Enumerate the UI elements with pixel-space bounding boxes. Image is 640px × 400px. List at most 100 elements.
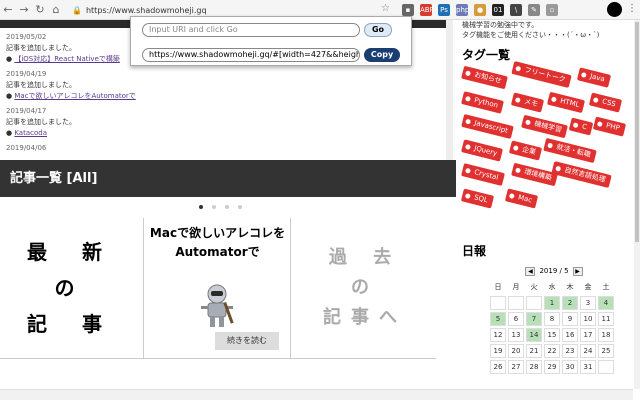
latest-line: 記 事 <box>27 312 116 336</box>
tag-item[interactable]: Python <box>461 91 505 114</box>
calendar-day[interactable]: 16 <box>562 328 578 342</box>
calendar-day[interactable]: 22 <box>544 344 560 358</box>
page-scrollbar[interactable] <box>634 20 640 389</box>
news-date: 2019/04/17 <box>6 107 47 115</box>
ext-ps-icon[interactable]: Ps <box>438 4 450 16</box>
featured-article-card[interactable]: Macで欲しいアレコレをAutomatorで 続きを読む <box>145 218 291 358</box>
calendar-day[interactable]: 26 <box>490 360 506 374</box>
calendar-day[interactable]: 10 <box>580 312 596 326</box>
ext-php-icon[interactable]: php <box>456 4 469 16</box>
calendar-day[interactable]: 29 <box>544 360 560 374</box>
back-icon[interactable]: ← <box>0 0 16 20</box>
calendar-day[interactable]: 17 <box>580 328 596 342</box>
tag-item[interactable]: SQL <box>460 188 494 209</box>
copy-button[interactable]: Copy <box>364 48 400 62</box>
ext-pen-icon[interactable]: ✎ <box>528 4 540 16</box>
calendar-day[interactable]: 24 <box>580 344 596 358</box>
ext-box-icon[interactable]: ▫ <box>546 4 558 16</box>
calendar-day[interactable]: 8 <box>544 312 560 326</box>
calendar-day[interactable]: 27 <box>508 360 524 374</box>
calendar-day[interactable]: 28 <box>526 360 542 374</box>
home-icon[interactable]: ⌂ <box>48 0 64 20</box>
carousel-dot[interactable] <box>238 205 242 209</box>
calendar-grid: 日月火水木金土 1 2 3 4 5 6 7 8 9 10 11 12 13 14 15 16 17 18 19 20 21… <box>488 278 616 376</box>
url-text: https://www.shadowmoheji.gq <box>85 5 207 15</box>
calendar-day[interactable]: 31 <box>580 360 596 374</box>
horizontal-scrollbar[interactable] <box>0 389 633 400</box>
latest-line: の <box>54 276 89 300</box>
weekday-label: 金 <box>580 280 596 294</box>
calendar-day[interactable]: 7 <box>526 312 542 326</box>
tag-item[interactable]: メモ <box>510 92 545 113</box>
tag-item[interactable]: Javascript <box>461 113 515 140</box>
tag-item[interactable]: Mac <box>504 188 539 209</box>
past-line: 過 去 <box>328 247 402 268</box>
news-link[interactable]: Macで欲しいアレコレをAutomatorで <box>14 92 135 100</box>
tag-item[interactable]: C <box>568 117 594 136</box>
forward-icon[interactable]: → <box>16 0 32 20</box>
calendar-day[interactable]: 18 <box>598 328 614 342</box>
calendar-day[interactable]: 30 <box>562 360 578 374</box>
reload-icon[interactable]: ↻ <box>32 0 48 20</box>
calendar-day[interactable]: 2 <box>562 296 578 310</box>
calendar-day[interactable]: 12 <box>490 328 506 342</box>
ext-01-icon[interactable]: 01 <box>492 4 504 16</box>
featured-article-title: Macで欲しいアレコレをAutomatorで <box>149 226 286 259</box>
weekday-label: 土 <box>598 280 614 294</box>
calendar-day <box>598 360 614 374</box>
tag-item[interactable]: 自然言語処理 <box>551 161 612 188</box>
tag-item[interactable]: フリートーク <box>511 61 572 88</box>
uri-input[interactable]: Input URI and click Go <box>142 23 360 37</box>
prev-month-button[interactable]: ◀ <box>525 266 536 276</box>
carousel-dot[interactable] <box>199 205 203 209</box>
tag-item[interactable]: Crystal <box>461 163 505 186</box>
ext-slash-icon[interactable]: \ <box>510 4 522 16</box>
calendar-day[interactable]: 3 <box>580 296 596 310</box>
calendar-day[interactable]: 21 <box>526 344 542 358</box>
news-link[interactable]: 【iOS対応】React Nativeで構築 <box>14 55 120 63</box>
calendar-day[interactable]: 6 <box>508 312 524 326</box>
read-more-button[interactable]: 続きを読む <box>215 332 279 350</box>
calendar-day[interactable]: 20 <box>508 344 524 358</box>
calendar-day[interactable]: 14 <box>526 328 542 342</box>
profile-avatar[interactable] <box>607 2 622 17</box>
calendar-day[interactable]: 9 <box>562 312 578 326</box>
ext-grid-icon[interactable]: ▪ <box>402 4 414 16</box>
bookmark-star-icon[interactable]: ☆ <box>381 3 390 14</box>
tag-item[interactable]: CSS <box>588 92 622 113</box>
month-label: 2019 / 5 <box>539 267 569 275</box>
calendar-day[interactable]: 4 <box>598 296 614 310</box>
ext-cookie-icon[interactable]: ● <box>474 4 486 16</box>
calendar-day[interactable]: 19 <box>490 344 506 358</box>
tag-item[interactable]: お知らせ <box>461 65 508 90</box>
address-bar[interactable]: 🔒 https://www.shadowmoheji.gq <box>72 3 392 17</box>
calendar-day[interactable]: 13 <box>508 328 524 342</box>
ext-adblock-icon[interactable]: ABP <box>420 4 434 16</box>
tag-item[interactable]: 環境構築 <box>511 162 558 187</box>
news-link[interactable]: Katacoda <box>14 129 47 137</box>
calendar-section: 日報 <box>456 242 634 259</box>
calendar-day[interactable]: 1 <box>544 296 560 310</box>
calendar-day[interactable]: 15 <box>544 328 560 342</box>
carousel-dot[interactable] <box>212 205 216 209</box>
tag-item[interactable]: PHP <box>592 116 626 137</box>
tag-item[interactable]: 機械学習 <box>521 114 568 139</box>
tag-item[interactable]: 就活・転職 <box>543 137 597 164</box>
tag-item[interactable]: JQuery <box>461 139 504 162</box>
calendar-day[interactable]: 23 <box>562 344 578 358</box>
latest-articles-card[interactable]: 最 新 の 記 事 <box>0 218 144 358</box>
carousel-dot[interactable] <box>225 205 229 209</box>
calendar-day[interactable]: 5 <box>490 312 506 326</box>
scrollbar-thumb[interactable] <box>635 22 639 242</box>
tag-item[interactable]: Java <box>576 67 611 88</box>
next-month-button[interactable]: ▶ <box>572 266 583 276</box>
tag-item[interactable]: 企業 <box>508 140 543 161</box>
calendar-day[interactable]: 25 <box>598 344 614 358</box>
tag-item[interactable]: HTML <box>546 91 586 114</box>
news-scrollbar[interactable] <box>446 20 453 160</box>
menu-icon[interactable]: ⋮ <box>627 3 637 14</box>
go-button[interactable]: Go <box>364 23 392 37</box>
output-field[interactable]: https://www.shadowmoheji.gq/#[width=427&… <box>142 48 360 62</box>
calendar-day[interactable]: 11 <box>598 312 614 326</box>
past-articles-card[interactable]: 過 去 の 記事へ <box>292 218 438 358</box>
